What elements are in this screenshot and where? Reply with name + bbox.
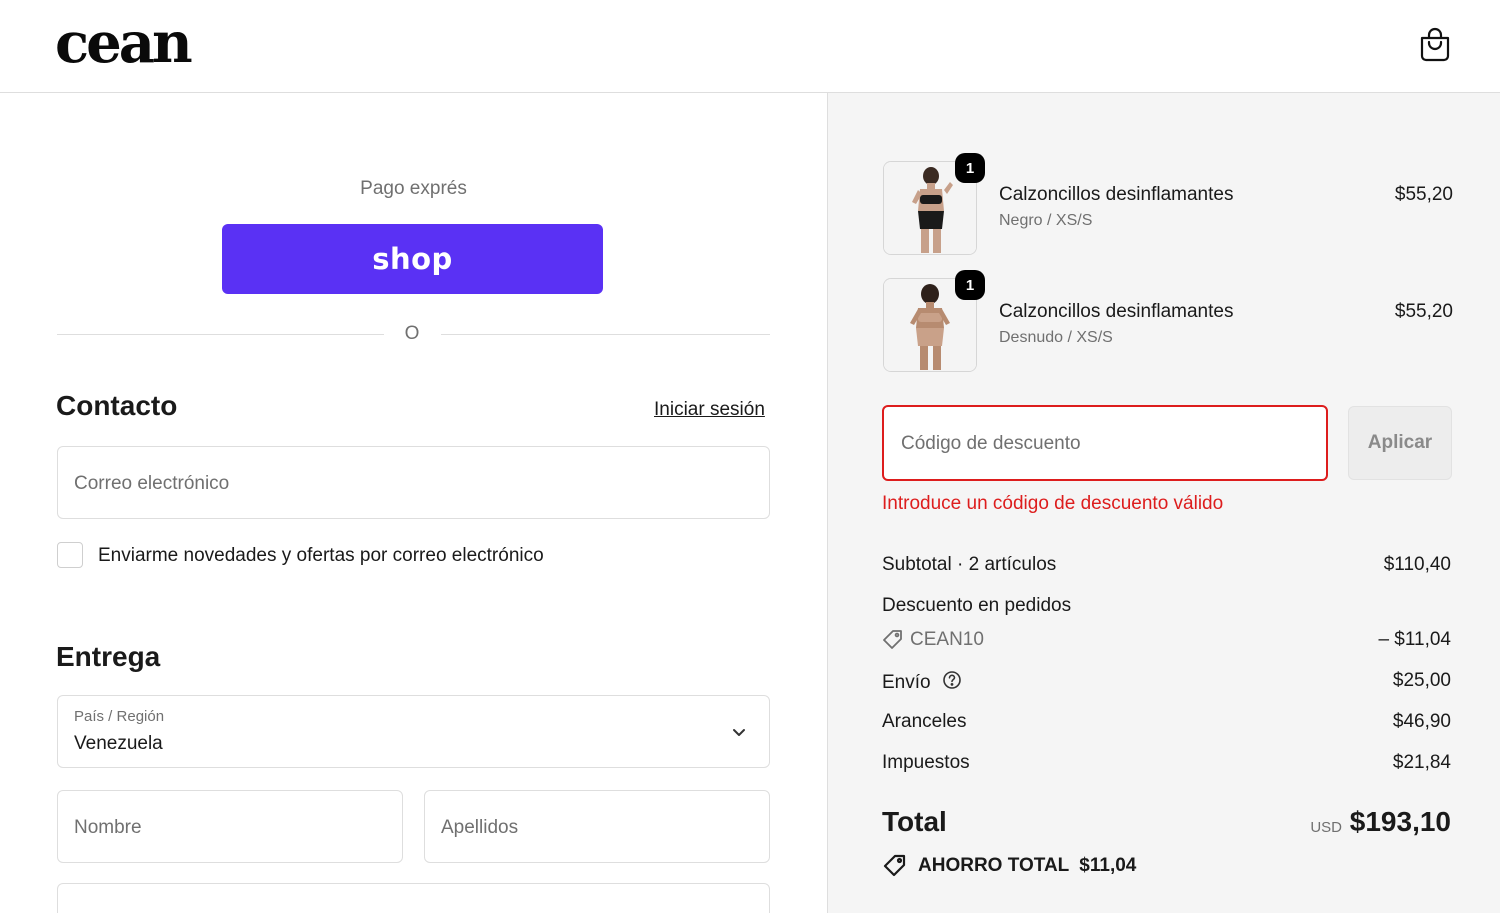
shopping-bag-icon[interactable]: [1418, 26, 1452, 62]
total-currency: USD: [1310, 819, 1342, 836]
delivery-title: Entrega: [56, 641, 161, 672]
shipping-value: $25,00: [1392, 670, 1451, 691]
last-name-placeholder: Apellidos: [441, 817, 519, 838]
discount-code-row: CEAN10: [882, 629, 984, 651]
shop-pay-button[interactable]: shop: [222, 224, 603, 294]
discount-value: – $11,04: [1378, 629, 1451, 650]
country-select[interactable]: País / Región Venezuela: [57, 695, 770, 768]
discount-code: CEAN10: [910, 629, 984, 650]
contact-title: Contacto: [56, 390, 178, 421]
checkout-form: Pago exprés shop O Contacto Iniciar sesi…: [0, 93, 827, 913]
discount-code-input[interactable]: Código de descuento: [882, 405, 1328, 481]
subtotal-value: $110,40: [1383, 554, 1451, 575]
login-link[interactable]: Iniciar sesión: [654, 399, 765, 421]
product-price: $55,20: [1394, 301, 1453, 322]
product-variant: Negro / XS/S: [999, 212, 1093, 229]
country-label: País / Región: [74, 708, 165, 725]
email-placeholder: Correo electrónico: [74, 473, 230, 494]
product-name: Calzoncillos desinflamantes: [999, 184, 1234, 205]
product-item: 1 Calzoncillos desinflamantes Negro / XS…: [883, 153, 1483, 257]
newsletter-checkbox[interactable]: [57, 542, 83, 568]
duties-value: $46,90: [1392, 711, 1451, 732]
order-summary: 1 Calzoncillos desinflamantes Negro / XS…: [827, 93, 1500, 913]
total-value: $193,10: [1349, 806, 1451, 837]
total-label: Total: [882, 806, 947, 837]
total-savings: AHORRO TOTAL $11,04: [882, 854, 1136, 878]
product-variant: Desnudo / XS/S: [999, 329, 1113, 346]
divider-right: [441, 334, 770, 335]
first-name-placeholder: Nombre: [74, 817, 142, 838]
tag-icon: [883, 630, 902, 649]
savings-value: $11,04: [1079, 855, 1137, 876]
savings-label: AHORRO TOTAL: [918, 855, 1070, 876]
subtotal-label: Subtotal · 2 artículos: [882, 554, 1057, 575]
help-circle-icon[interactable]: [942, 670, 962, 690]
newsletter-label: Enviarme novedades y ofertas por correo …: [98, 545, 544, 566]
shipping-label-row: Envío: [882, 670, 962, 694]
email-field[interactable]: Correo electrónico: [57, 446, 770, 519]
discount-placeholder: Código de descuento: [901, 433, 1081, 454]
apply-discount-button[interactable]: Aplicar: [1348, 406, 1452, 480]
taxes-value: $21,84: [1392, 752, 1451, 773]
first-name-field[interactable]: Nombre: [57, 790, 403, 863]
product-price: $55,20: [1394, 184, 1453, 205]
duties-label: Aranceles: [882, 711, 967, 732]
product-item: 1 Calzoncillos desinflamantes Desnudo / …: [883, 270, 1483, 374]
order-discount-label: Descuento en pedidos: [882, 595, 1072, 616]
quantity-badge: 1: [955, 270, 985, 300]
express-checkout-label: Pago exprés: [360, 178, 467, 199]
divider-left: [57, 334, 384, 335]
shipping-label: Envío: [882, 672, 931, 693]
header: cean: [0, 0, 1500, 93]
last-name-field[interactable]: Apellidos: [424, 790, 770, 863]
taxes-label: Impuestos: [882, 752, 970, 773]
quantity-badge: 1: [955, 153, 985, 183]
savings-tag-icon: [883, 854, 906, 877]
product-name: Calzoncillos desinflamantes: [999, 301, 1234, 322]
cean-logo[interactable]: cean: [55, 8, 193, 78]
chevron-down-icon: [733, 729, 745, 736]
country-value: Venezuela: [74, 733, 163, 754]
discount-error-message: Introduce un código de descuento válido: [882, 493, 1224, 514]
address-field[interactable]: [57, 883, 770, 913]
divider-or: O: [404, 323, 420, 344]
